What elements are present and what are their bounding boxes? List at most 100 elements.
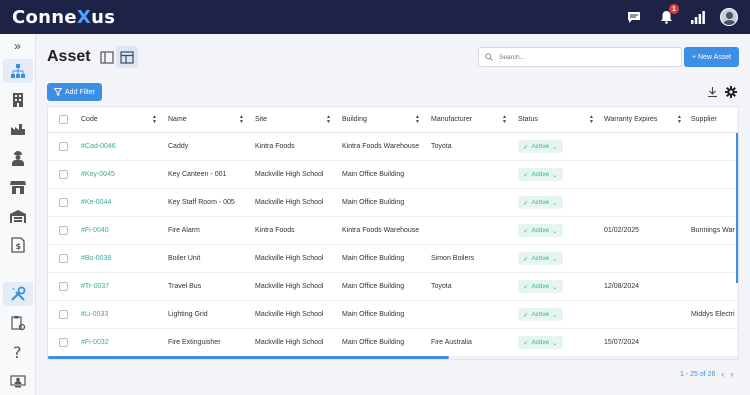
row-checkbox[interactable] bbox=[59, 170, 68, 179]
row-checkbox[interactable] bbox=[59, 254, 68, 263]
new-asset-button[interactable]: + New Asset bbox=[684, 47, 739, 67]
signal-icon[interactable] bbox=[688, 7, 708, 27]
sidebar-item-tools[interactable] bbox=[2, 282, 33, 306]
table-row[interactable]: #Key-0045 Key Canteen - 001 Mackville High… bbox=[48, 161, 738, 189]
check-icon: ✓ bbox=[523, 339, 529, 347]
row-checkbox[interactable] bbox=[59, 226, 68, 235]
add-filter-button[interactable]: Add Filter bbox=[47, 83, 102, 101]
sidebar-item-contractors[interactable] bbox=[3, 146, 33, 170]
cell-site: Mackville High School bbox=[255, 339, 324, 346]
page-title: Asset bbox=[47, 48, 91, 65]
sidebar-item-sites[interactable] bbox=[3, 117, 33, 141]
pagination: 1 - 25 of 26 ‹ › bbox=[680, 369, 733, 379]
asset-table: Code ▲ ▼ Name ▲ ▼ Site ▲ ▼ Building ▲ ▼ Manufact… bbox=[47, 106, 739, 360]
table-row[interactable]: #Tr-0037 Travel Bus Mackville High School M… bbox=[48, 273, 738, 301]
cell-code[interactable]: #Fi-0032 bbox=[81, 329, 165, 356]
check-icon: ✓ bbox=[523, 143, 529, 151]
cell-supplier bbox=[691, 133, 738, 160]
status-badge[interactable]: ✓ Active ⌄ bbox=[518, 280, 563, 293]
cell-code[interactable]: #Bo-0038 bbox=[81, 245, 165, 272]
cell-code[interactable]: #Key-0045 bbox=[81, 161, 165, 188]
sidebar-item-account[interactable] bbox=[3, 369, 33, 393]
table-row[interactable]: #Fi-0032 Fire Extinguisher Mackville High … bbox=[48, 329, 738, 357]
table-row[interactable]: #Cad-0046 Caddy Kintra Foods Kintra Foods W… bbox=[48, 133, 738, 161]
status-badge[interactable]: ✓ Active ⌄ bbox=[518, 224, 563, 237]
cell-warranty-expires: 01/02/2025 bbox=[604, 227, 640, 234]
column-header-code[interactable]: Code ▲ ▼ bbox=[81, 107, 161, 132]
cell-manufacturer: Toyota bbox=[431, 143, 452, 150]
cell-code[interactable]: #Tr-0037 bbox=[81, 273, 165, 300]
prev-page-icon[interactable]: ‹ bbox=[721, 369, 724, 379]
top-navbar: ConneXus 1 bbox=[0, 0, 750, 34]
table-view-button[interactable] bbox=[116, 46, 138, 68]
select-all-checkbox[interactable] bbox=[59, 115, 68, 124]
sidebar-item-billing[interactable]: $ bbox=[3, 233, 33, 257]
download-icon[interactable] bbox=[705, 85, 719, 99]
cell-site: Mackville High School bbox=[255, 311, 324, 318]
app-logo[interactable]: ConneXus bbox=[12, 7, 115, 28]
row-checkbox[interactable] bbox=[59, 310, 68, 319]
sidebar-item-buildings[interactable] bbox=[3, 88, 33, 112]
cell-site: Kintra Foods bbox=[255, 143, 295, 150]
search-input[interactable] bbox=[499, 53, 669, 61]
tools-icon bbox=[10, 286, 25, 301]
worker-icon bbox=[11, 151, 24, 166]
status-badge[interactable]: ✓ Active ⌄ bbox=[518, 140, 563, 153]
column-header-status[interactable]: Status ▲ ▼ bbox=[518, 107, 598, 132]
column-header-manufacturer[interactable]: Manufacturer ▲ ▼ bbox=[431, 107, 511, 132]
next-page-icon[interactable]: › bbox=[730, 369, 733, 379]
status-badge[interactable]: ✓ Active ⌄ bbox=[518, 252, 563, 265]
vertical-scrollbar[interactable] bbox=[736, 133, 738, 283]
table-row[interactable]: #Bo-0038 Boiler Unit Mackville High School… bbox=[48, 245, 738, 273]
add-filter-label: Add Filter bbox=[65, 88, 95, 96]
status-badge[interactable]: ✓ Active ⌄ bbox=[518, 308, 563, 321]
sidebar-item-settings[interactable] bbox=[3, 311, 33, 335]
check-icon: ✓ bbox=[523, 311, 529, 319]
sidebar-view-button[interactable] bbox=[96, 46, 118, 68]
cell-supplier: Middys Electri bbox=[691, 311, 735, 318]
search-icon bbox=[485, 53, 493, 61]
table-row[interactable]: #Fi-0040 Fire Alarm Kintra Foods Kintra Foo… bbox=[48, 217, 738, 245]
status-badge[interactable]: ✓ Active ⌄ bbox=[518, 336, 563, 349]
row-checkbox[interactable] bbox=[59, 198, 68, 207]
hierarchy-icon bbox=[10, 64, 25, 78]
horizontal-scrollbar[interactable] bbox=[48, 356, 738, 359]
cell-code[interactable]: #Cad-0046 bbox=[81, 133, 165, 160]
check-icon: ✓ bbox=[523, 171, 529, 179]
cell-warranty-expires bbox=[604, 245, 688, 272]
table-row[interactable]: #Ke-0044 Key Staff Room - 005 Mackville Hi… bbox=[48, 189, 738, 217]
column-header-name[interactable]: Name ▲ ▼ bbox=[168, 107, 248, 132]
search-box[interactable] bbox=[478, 47, 682, 67]
pagination-label: 1 - 25 of 26 bbox=[680, 370, 716, 378]
cell-supplier bbox=[691, 245, 738, 272]
sidebar-item-help[interactable]: ? bbox=[3, 340, 33, 364]
row-checkbox[interactable] bbox=[59, 282, 68, 291]
cell-code[interactable]: #Ke-0044 bbox=[81, 189, 165, 216]
cell-supplier bbox=[691, 329, 738, 356]
row-checkbox[interactable] bbox=[59, 142, 68, 151]
bell-icon[interactable]: 1 bbox=[656, 4, 679, 27]
cell-code[interactable]: #Fi-0040 bbox=[81, 217, 165, 244]
horizontal-scrollbar-thumb[interactable] bbox=[48, 356, 449, 359]
cell-name: Caddy bbox=[168, 143, 189, 150]
status-badge[interactable]: ✓ Active ⌄ bbox=[518, 196, 563, 209]
user-avatar[interactable] bbox=[720, 8, 738, 26]
collapse-toggle-icon[interactable]: » bbox=[14, 38, 21, 54]
gear-icon[interactable] bbox=[724, 85, 738, 99]
column-header-building[interactable]: Building ▲ ▼ bbox=[342, 107, 424, 132]
check-icon: ✓ bbox=[523, 227, 529, 235]
status-badge[interactable]: ✓ Active ⌄ bbox=[518, 168, 563, 181]
sidebar-item-inventory[interactable] bbox=[3, 204, 33, 228]
sidebar-item-assets[interactable] bbox=[2, 59, 33, 83]
cell-building: Kintra Foods Warehouse bbox=[342, 227, 420, 234]
chat-icon[interactable] bbox=[624, 7, 644, 27]
sidebar-item-suppliers[interactable] bbox=[3, 175, 33, 199]
chevron-down-icon: ⌄ bbox=[552, 283, 558, 291]
column-header-supplier[interactable]: Supplier bbox=[691, 107, 738, 132]
cell-building: Main Office Building bbox=[342, 199, 405, 206]
cell-code[interactable]: #Li-0033 bbox=[81, 301, 165, 328]
row-checkbox[interactable] bbox=[59, 338, 68, 347]
column-header-warranty-expires[interactable]: Warranty Expires ▲ ▼ bbox=[604, 107, 686, 132]
table-row[interactable]: #Li-0033 Lighting Grid Mackville High Scho… bbox=[48, 301, 738, 329]
column-header-site[interactable]: Site ▲ ▼ bbox=[255, 107, 335, 132]
